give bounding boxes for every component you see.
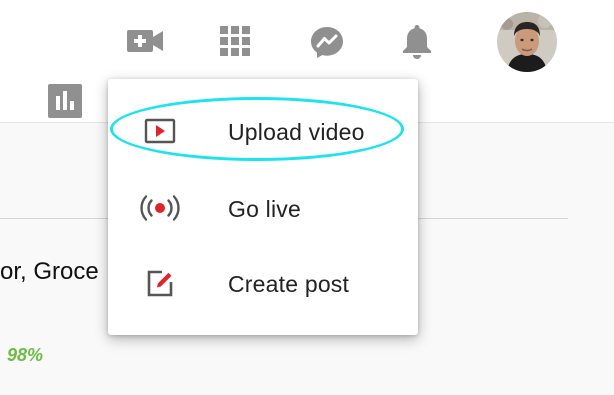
menu-item-label: Upload video [228,119,365,145]
menu-item-go-live[interactable]: Go live [108,178,418,238]
avatar-image [497,12,557,72]
messenger-icon [311,27,343,58]
create-post-icon [138,268,182,298]
menu-item-label: Go live [228,196,301,222]
upload-video-icon [138,116,182,146]
apps-button[interactable] [219,25,251,57]
menu-item-label: Create post [228,271,350,297]
video-camera-plus-icon [127,30,163,52]
notifications-button[interactable] [400,22,434,60]
menu-item-create-post[interactable]: Create post [108,253,418,313]
create-video-button[interactable] [126,28,164,54]
analytics-icon [48,84,82,118]
go-live-icon [138,193,182,223]
video-title-partial: or, Groce [0,258,99,285]
menu-item-upload-video[interactable]: Upload video [108,101,418,161]
apps-grid-icon [220,26,250,56]
bell-icon [403,25,431,59]
rating-percent: 98% [7,345,44,365]
create-menu: Upload video Go live Create post [108,79,418,335]
analytics-button[interactable] [48,84,82,118]
messages-button[interactable] [309,25,345,59]
account-avatar[interactable] [497,12,557,72]
